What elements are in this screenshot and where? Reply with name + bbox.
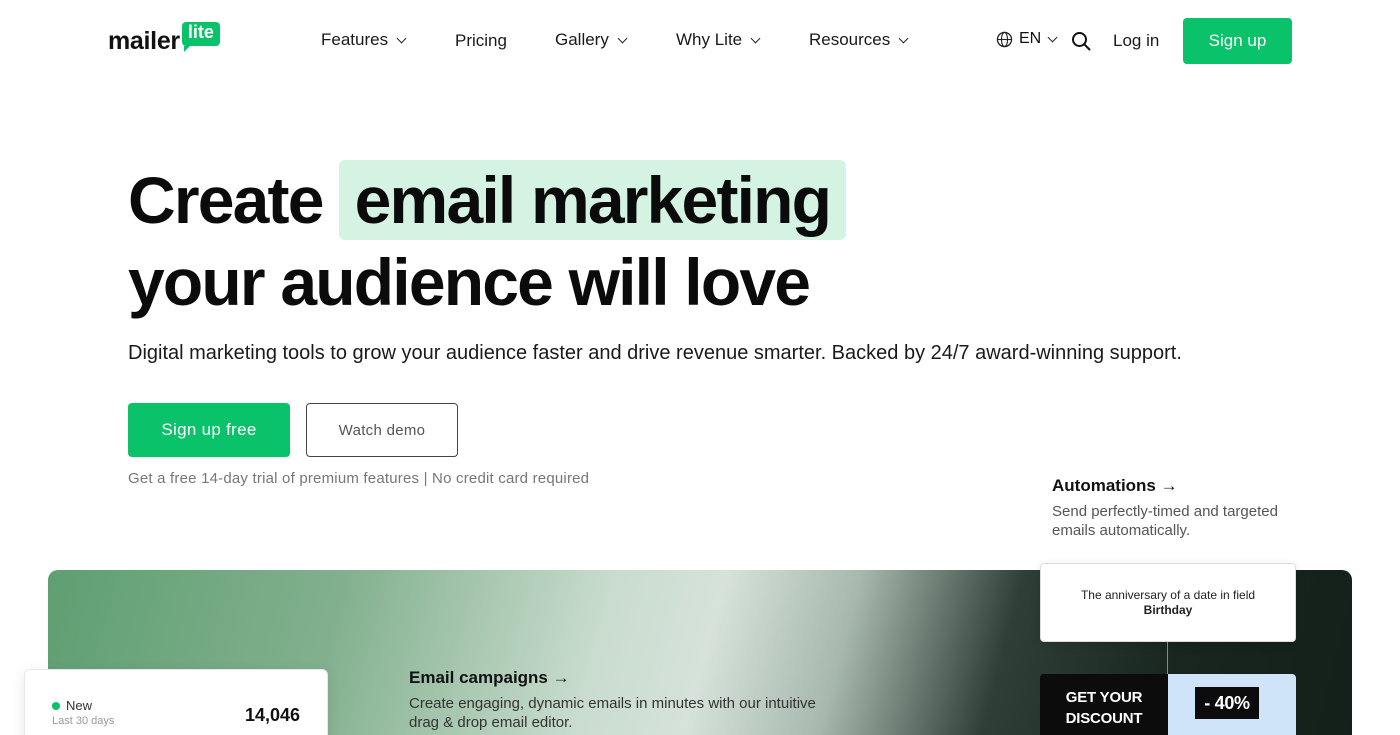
- stat-label: New: [66, 698, 93, 713]
- promo-text: GET YOUR DISCOUNT: [1040, 674, 1168, 735]
- language-label: EN: [1019, 30, 1042, 47]
- chevron-down-icon: [1047, 32, 1058, 42]
- email-campaigns-link[interactable]: Email campaigns →: [409, 668, 570, 688]
- stat-period: Last 30 days: [52, 715, 115, 727]
- hero-title-line1: Create email marketing: [128, 160, 847, 240]
- chevron-down-icon: [396, 33, 407, 43]
- signup-free-button[interactable]: Sign up free: [128, 403, 290, 457]
- logo-wordmark: mailer: [108, 27, 180, 55]
- nav-item-label: Features: [321, 30, 389, 49]
- automations-description: Send perfectly-timed and targeted emails…: [1052, 503, 1278, 539]
- hero-subtitle: Digital marketing tools to grow your aud…: [128, 342, 1182, 364]
- nav-item-pricing[interactable]: Pricing: [455, 31, 507, 51]
- hero-title-plain: Create: [128, 163, 324, 237]
- nav-item-features[interactable]: Features: [321, 30, 407, 50]
- chevron-down-icon: [750, 33, 761, 43]
- automation-trigger-card: The anniversary of a date in field Birth…: [1040, 563, 1296, 642]
- globe-icon: [996, 31, 1013, 47]
- trial-note: Get a free 14-day trial of premium featu…: [128, 470, 590, 487]
- nav-item-resources[interactable]: Resources: [809, 30, 909, 50]
- trigger-field: Birthday: [1143, 602, 1193, 617]
- nav-item-label: Pricing: [455, 31, 507, 50]
- nav-item-label: Gallery: [555, 30, 609, 49]
- language-selector[interactable]: EN: [996, 30, 1058, 48]
- promo-line2: DISCOUNT: [1065, 710, 1143, 727]
- hero-title-line2: your audience will love: [128, 245, 811, 319]
- workflow-connector: [1167, 642, 1168, 676]
- nav-item-label: Resources: [809, 30, 891, 49]
- search-icon[interactable]: [1071, 31, 1091, 51]
- discount-tag: - 40%: [1195, 687, 1259, 719]
- chevron-down-icon: [898, 33, 909, 43]
- nav-item-label: Why Lite: [676, 30, 743, 49]
- automations-link[interactable]: Automations →: [1052, 476, 1178, 496]
- signup-button[interactable]: Sign up: [1183, 18, 1292, 64]
- chevron-down-icon: [617, 33, 628, 43]
- mailerlite-logo[interactable]: mailer lite: [108, 20, 220, 54]
- trigger-text: The anniversary of a date in field Birth…: [1071, 588, 1265, 618]
- nav-item-gallery[interactable]: Gallery: [555, 30, 628, 50]
- status-dot: [52, 702, 60, 710]
- subscribers-stats-card: New Last 30 days 14,046: [24, 669, 328, 735]
- watch-demo-button[interactable]: Watch demo: [306, 403, 458, 457]
- trigger-label: The anniversary of a date in field: [1080, 587, 1256, 602]
- login-link[interactable]: Log in: [1113, 31, 1159, 51]
- nav-item-why-lite[interactable]: Why Lite: [676, 30, 761, 50]
- logo-badge: lite: [181, 22, 220, 52]
- hero-title-highlight: email marketing: [338, 160, 847, 240]
- discount-promo-card: GET YOUR DISCOUNT - 40%: [1040, 674, 1296, 735]
- stat-value: 14,046: [244, 705, 300, 725]
- email-campaigns-description: Create engaging, dynamic emails in minut…: [409, 695, 816, 731]
- promo-line1: GET YOUR: [1065, 689, 1143, 706]
- promo-panel: - 40%: [1168, 674, 1296, 735]
